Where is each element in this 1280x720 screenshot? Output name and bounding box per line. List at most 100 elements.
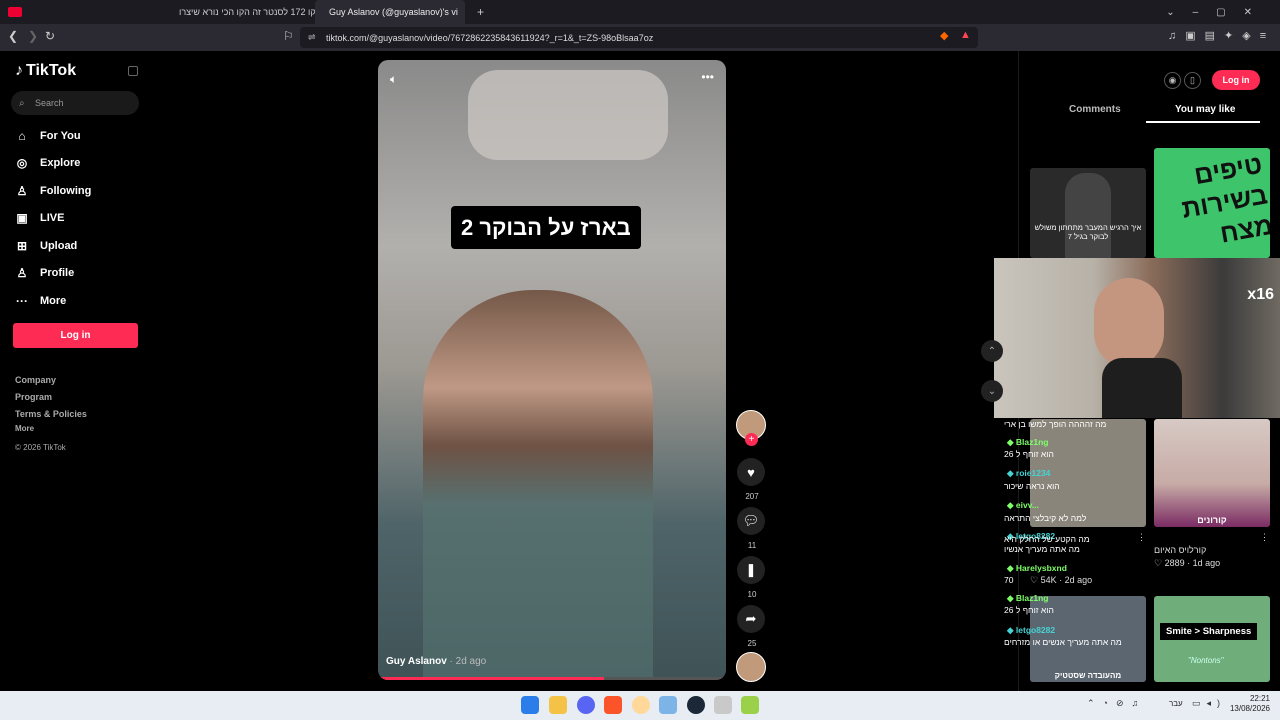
brave-icon[interactable]	[604, 696, 622, 714]
device-icon[interactable]: ▯	[1184, 72, 1201, 89]
chat-message: הוא נראה שיכור	[1004, 481, 1060, 491]
youtube-icon[interactable]	[8, 7, 22, 17]
video-author[interactable]: Guy Aslanov · 2d ago	[386, 656, 486, 667]
chat-username: ◆ roie1234	[1007, 468, 1051, 478]
thumb-overlay-text: טיפים בשירות מצח	[1179, 148, 1270, 249]
video-player[interactable]: 🔈︎ ••• בארז על הבוקר 2 Guy Aslanov · 2d …	[378, 60, 726, 680]
forward-icon[interactable]: ❯	[28, 29, 38, 43]
nav-upload[interactable]: ⊞ Upload	[15, 239, 77, 253]
nav-explore[interactable]: ◎ Explore	[15, 156, 81, 170]
rewards-icon[interactable]: ▲	[960, 29, 971, 41]
footer-terms-link[interactable]: Terms & Policies	[15, 409, 87, 419]
app-icon[interactable]	[714, 696, 732, 714]
footer-more-link[interactable]: More	[15, 424, 34, 433]
app-icon[interactable]	[632, 696, 650, 714]
streamer-face	[1094, 278, 1164, 368]
tiktok-logo[interactable]: ♪ TikTok	[15, 62, 76, 80]
nav-label: Profile	[40, 267, 75, 279]
browser-tab[interactable]: קו 172 לסנטר זה הקו הכי נורא שיצרו	[165, 0, 315, 24]
thumb-title[interactable]: קורלויס האיום	[1154, 545, 1206, 555]
suggested-video-2[interactable]: טיפים בשירות מצח	[1154, 148, 1270, 258]
profile-icon: ♙	[16, 266, 28, 280]
thumb-menu-icon[interactable]: ⋮	[1260, 532, 1269, 543]
footer-copyright: © 2026 TikTok	[15, 443, 66, 452]
save-count: 10	[747, 590, 757, 599]
tiktok-note-icon: ♪	[15, 62, 23, 79]
sidebar-login-button[interactable]: Log in	[13, 323, 138, 348]
share-button[interactable]: ➦	[737, 605, 765, 633]
thumb-subtext: "Nontons"	[1188, 656, 1224, 665]
bookmark-icon[interactable]: ⚐	[283, 29, 294, 43]
chat-message: 70	[1004, 575, 1014, 585]
discord-icon[interactable]	[577, 696, 595, 714]
browser-tab-active[interactable]: Guy Aslanov (@guyaslanov)'s vi ✕	[315, 0, 465, 24]
next-video-button[interactable]: ⌄	[981, 380, 1003, 402]
nav-following[interactable]: ♙ Following	[15, 184, 92, 198]
comment-button[interactable]: 💬︎	[737, 507, 765, 535]
search-input[interactable]: ⌕ Search	[11, 91, 139, 115]
bookmark-icon: ❚	[745, 562, 757, 577]
suggested-video-6[interactable]: Smite > Sharpness "Nontons"	[1154, 596, 1270, 682]
prev-video-button[interactable]: ⌃	[981, 340, 1003, 362]
chat-username: ◆ Blaz1ng	[1007, 593, 1049, 603]
suggested-video-4[interactable]: קורונים	[1154, 419, 1270, 527]
nav-for-you[interactable]: ⌂ For You	[15, 129, 80, 143]
collapse-sidebar-icon[interactable]	[128, 66, 138, 76]
close-tab-icon[interactable]: ✕	[464, 7, 465, 18]
steam-icon[interactable]	[687, 696, 705, 714]
chevron-up-icon: ⌃	[987, 345, 997, 357]
more-options-icon[interactable]: •••	[701, 70, 714, 84]
tab-you-may-like[interactable]: You may like	[1175, 104, 1235, 115]
thumb-figure	[1065, 173, 1111, 258]
follow-plus-icon[interactable]: +	[745, 433, 758, 446]
nav-label: Following	[40, 185, 92, 197]
reload-icon[interactable]: ↻	[45, 29, 55, 43]
footer-program-link[interactable]: Program	[15, 392, 52, 402]
app-icon[interactable]	[659, 696, 677, 714]
tiktok-sidebar: ♪ TikTok ⌕ Search ⌂ For You ◎ Explore ♙ Fol…	[0, 51, 150, 691]
nav-live[interactable]: ▣ LIVE	[15, 211, 64, 225]
thumb-menu-icon[interactable]: ⋮	[1137, 532, 1146, 543]
new-tab-button[interactable]: +	[477, 5, 484, 19]
coin-icon[interactable]: ◉	[1164, 72, 1181, 89]
video-actions: + ♥ 207 💬︎ 11 ❚ 10 ➦ 25	[736, 410, 768, 682]
nav-more[interactable]: ··· More	[15, 294, 66, 308]
video-age: · 2d ago	[449, 656, 487, 667]
stream-overlay-text: x16	[1247, 286, 1274, 303]
app-icon[interactable]	[741, 696, 759, 714]
thumb-overlay-text: מהעובדה שסטטיק	[1054, 671, 1122, 680]
footer-company-link[interactable]: Company	[15, 375, 56, 385]
video-progress-bar[interactable]	[378, 677, 726, 680]
chat-message: הוא זוחף ל 26	[1004, 605, 1054, 615]
suggested-video-1[interactable]: איך הרגיש המעבר מתחתון משולש לבוקר בגיל …	[1030, 168, 1146, 258]
car-visor	[468, 70, 668, 160]
chat-message: מה אתה מעריך אנשיו	[1004, 544, 1080, 554]
system-icons[interactable]: ▭◂)	[1192, 698, 1226, 709]
volume-icon[interactable]: 🔈︎	[390, 72, 397, 87]
tray-icons[interactable]: ⌃◔⊘♫	[1087, 698, 1146, 709]
brave-shield-icon[interactable]: ◆	[940, 29, 948, 42]
share-count: 25	[747, 639, 757, 648]
like-button[interactable]: ♥	[737, 458, 765, 486]
back-icon[interactable]: ❮	[8, 29, 18, 43]
site-info-icon[interactable]: ⇌	[308, 32, 316, 43]
window-controls[interactable]: ⌄–▢✕	[1166, 7, 1270, 18]
file-explorer-icon[interactable]	[549, 696, 567, 714]
language-indicator[interactable]: עבר	[1169, 699, 1183, 708]
top-login-button[interactable]: Log in	[1212, 70, 1260, 90]
chat-username: ◆ letgo8282	[1007, 625, 1056, 635]
user-icon: ♙	[16, 184, 28, 198]
clock[interactable]: 22:21 13/08/2026	[1230, 694, 1270, 714]
thumb-overlay-text: Smite > Sharpness	[1160, 623, 1258, 640]
tab-comments[interactable]: Comments	[1069, 104, 1121, 115]
search-icon: ⌕	[19, 97, 25, 109]
url-field[interactable]: ⇌ tiktok.com/@guyaslanov/video/767286223…	[300, 27, 978, 48]
save-button[interactable]: ❚	[737, 556, 765, 584]
nav-profile[interactable]: ♙ Profile	[15, 266, 75, 280]
browser-tabbar: קו 172 לסנטר זה הקו הכי נורא שיצרו Guy A…	[0, 0, 1280, 24]
toolbar-icons[interactable]: ♫▣▤✦◈≡	[1168, 29, 1275, 42]
chat-message: למה לא קיבלצי התראה	[1004, 513, 1087, 523]
tab-title: קו 172 לסנטר זה הקו הכי נורא שיצרו	[179, 7, 315, 17]
start-icon[interactable]	[521, 696, 539, 714]
author-avatar-bottom[interactable]	[736, 652, 766, 682]
